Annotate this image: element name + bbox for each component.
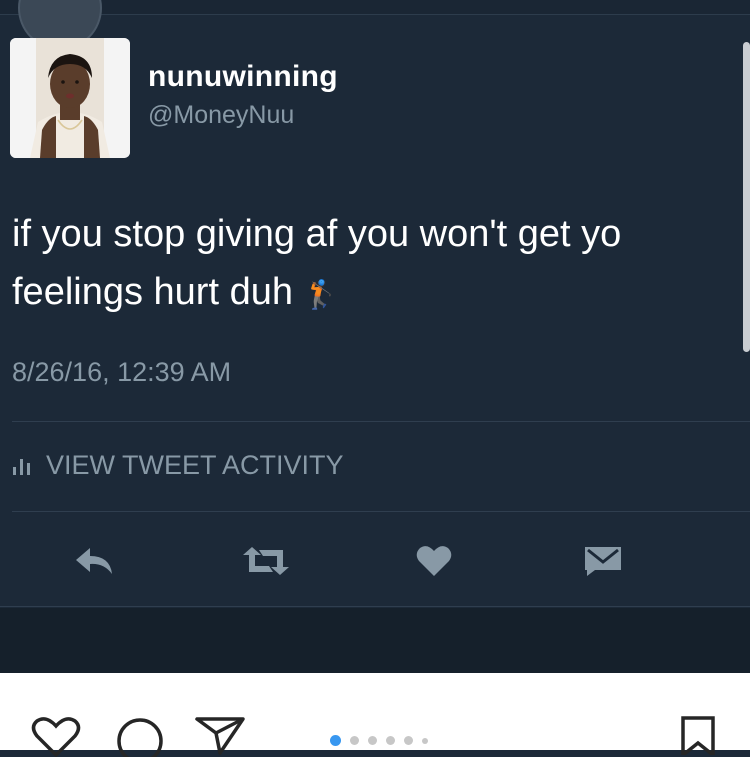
- tweet-footer-area: [0, 608, 750, 673]
- golfer-emoji: 🏌🏾: [303, 279, 339, 310]
- carousel-dot: [386, 736, 395, 745]
- top-bar: [0, 0, 750, 15]
- carousel-dot: [350, 736, 359, 745]
- divider: [12, 511, 750, 512]
- comment-icon[interactable]: [114, 717, 166, 757]
- like-button[interactable]: [412, 541, 456, 581]
- divider: [0, 606, 750, 607]
- share-icon[interactable]: [194, 715, 246, 755]
- display-name[interactable]: nunuwinning: [148, 60, 338, 94]
- carousel-dot-active: [330, 735, 341, 746]
- carousel-dot: [368, 736, 377, 745]
- carousel-indicator[interactable]: [330, 735, 428, 746]
- timestamp: 8/26/16, 12:39 AM: [12, 357, 232, 387]
- retweet-icon: [243, 547, 289, 575]
- user-handle[interactable]: @MoneyNuu: [148, 101, 294, 130]
- view-tweet-activity-label: VIEW TWEET ACTIVITY: [46, 450, 344, 480]
- heart-icon: [416, 546, 452, 576]
- avatar-image: [10, 38, 130, 158]
- tweet-actions: [0, 541, 750, 581]
- direct-message-button[interactable]: [580, 541, 626, 581]
- carousel-dot: [422, 737, 428, 744]
- bookmark-icon[interactable]: [680, 715, 716, 755]
- heart-icon[interactable]: [30, 717, 82, 757]
- view-tweet-activity-link[interactable]: VIEW TWEET ACTIVITY: [12, 450, 344, 481]
- bar-chart-icon: [13, 458, 30, 475]
- scrollbar[interactable]: [743, 42, 750, 352]
- reply-icon: [76, 548, 112, 574]
- divider: [12, 421, 750, 422]
- direct-message-icon: [585, 547, 621, 576]
- tweet-text: if you stop giving af you won't get yo f…: [12, 205, 742, 324]
- reply-button[interactable]: [70, 541, 120, 581]
- retweet-button[interactable]: [238, 541, 294, 581]
- carousel-dot: [404, 736, 413, 745]
- avatar[interactable]: [10, 38, 130, 158]
